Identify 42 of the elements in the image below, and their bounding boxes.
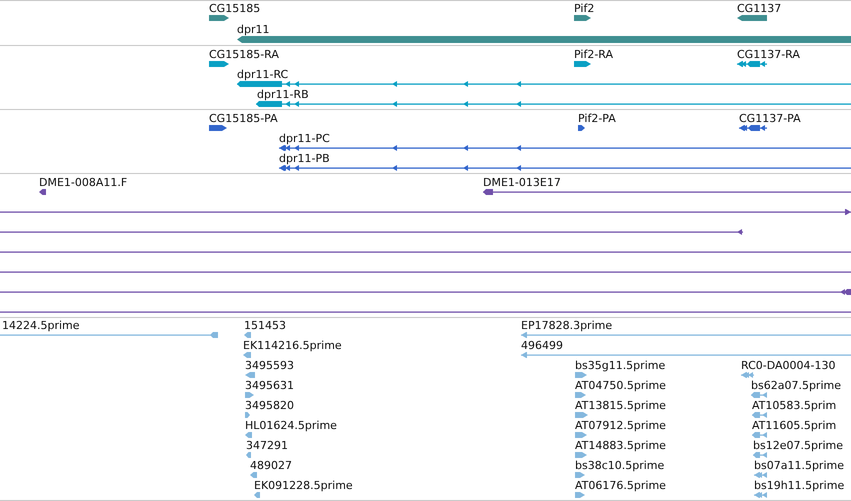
feature-label: CG15185-PA: [209, 112, 278, 125]
feature-label: CG1137: [737, 2, 782, 15]
feature-label: HL01624.5prime: [245, 419, 337, 432]
feature-label: AT14883.5prime: [575, 439, 666, 452]
feature-label: 151453: [244, 319, 286, 332]
feature-label: 14224.5prime: [2, 319, 80, 332]
feature-label: AT06176.5prime: [575, 479, 666, 492]
feature-label: dpr11: [237, 23, 270, 36]
feature-label: 489027: [250, 459, 292, 472]
feature-label: CG1137-RA: [737, 48, 800, 61]
feature-label: dpr11-RB: [257, 88, 309, 101]
feature-label: 347291: [246, 439, 288, 452]
feature-label: DME1-008A11.F: [39, 176, 128, 189]
feature-label: bs07a11.5prime: [754, 459, 844, 472]
feature-label: dpr11-PB: [279, 152, 330, 165]
feature-label: EK114216.5prime: [243, 339, 342, 352]
feature-label: RC0-DA0004-130: [741, 359, 836, 372]
feature-label: DME1-013E17: [483, 176, 561, 189]
feature-label: AT10583.5prim: [752, 399, 836, 412]
feature-label: Pif2-RA: [574, 48, 614, 61]
feature-label: EK091228.5prime: [254, 479, 353, 492]
feature-label: bs62a07.5prime: [751, 379, 841, 392]
feature-label: 496499: [521, 339, 563, 352]
feature-label: CG15185: [209, 2, 260, 15]
feature-label: bs38c10.5prime: [575, 459, 664, 472]
feature-label: bs19h11.5prime: [754, 479, 844, 492]
feature-label: Pif2-PA: [578, 112, 616, 125]
feature-label: EP17828.3prime: [521, 319, 612, 332]
feature-label: AT11605.5prim: [752, 419, 836, 432]
feature-label: 3495593: [245, 359, 294, 372]
feature-label: 3495820: [245, 399, 294, 412]
feature-label: AT04750.5prime: [575, 379, 666, 392]
feature-label: bs35g11.5prime: [575, 359, 666, 372]
feature-label: AT13815.5prime: [575, 399, 666, 412]
feature-label: dpr11-RC: [237, 68, 288, 81]
feature-label: CG1137-PA: [739, 112, 801, 125]
feature-label: 3495631: [245, 379, 294, 392]
feature-label: AT07912.5prime: [575, 419, 666, 432]
feature-label: bs12e07.5prime: [753, 439, 844, 452]
feature-label: dpr11-PC: [279, 132, 330, 145]
feature-label: Pif2: [574, 2, 594, 15]
feature-label: CG15185-RA: [209, 48, 279, 61]
